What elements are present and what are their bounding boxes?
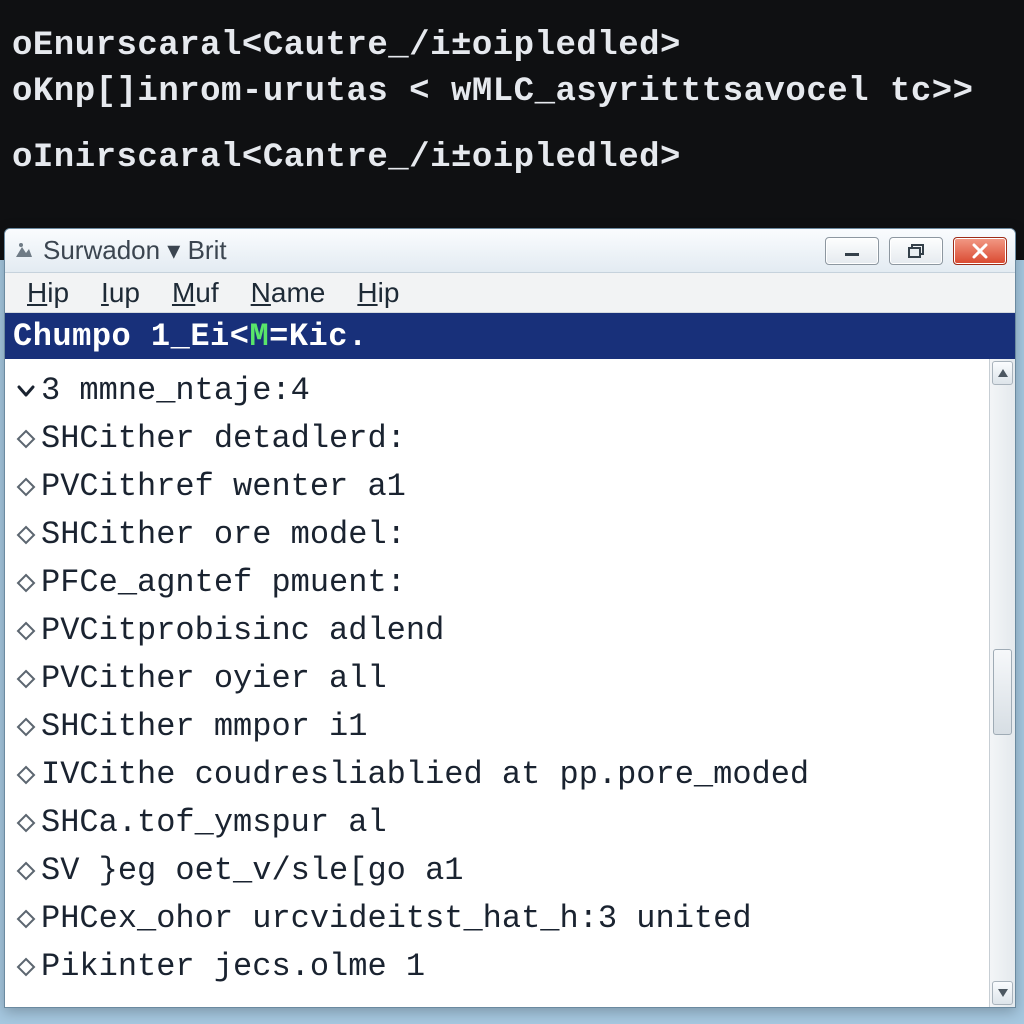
- terminal-output: oEnurscaral<Cautre_/i±oipledled> oKnp[]i…: [0, 0, 1024, 260]
- diamond-icon: [11, 573, 41, 593]
- close-button[interactable]: [953, 237, 1007, 265]
- list-item[interactable]: SV }eg oet_v/sle[go a1: [11, 847, 983, 895]
- list-item-text: PVCither oyier all: [41, 655, 387, 703]
- menu-name[interactable]: Name: [235, 273, 342, 312]
- menu-muf[interactable]: Muf: [156, 273, 235, 312]
- header-text-before: Chumpo 1_Ei<: [13, 318, 249, 355]
- selected-header[interactable]: Chumpo 1_Ei<M=Kic.: [5, 313, 1015, 359]
- diamond-icon: [11, 957, 41, 977]
- list-item-text: PVCithref wenter a1: [41, 463, 406, 511]
- list-item-text: SHCa.tof_ymspur al: [41, 799, 387, 847]
- terminal-line: oKnp[]inrom-urutas < wMLC_asyritttsavoce…: [12, 70, 1012, 116]
- menu-iup[interactable]: Iup: [85, 273, 156, 312]
- list-item[interactable]: PVCitprobisinc adlend: [11, 607, 983, 655]
- list-item-text: PVCitprobisinc adlend: [41, 607, 444, 655]
- diamond-icon: [11, 429, 41, 449]
- list-item[interactable]: SHCither mmpor i1: [11, 703, 983, 751]
- list-item[interactable]: PFCe_agntef pmuent:: [11, 559, 983, 607]
- diamond-icon: [11, 909, 41, 929]
- list-item-text: SHCither detadlerd:: [41, 415, 406, 463]
- scroll-up-button[interactable]: [992, 361, 1013, 385]
- terminal-line: oEnurscaral<Cautre_/i±oipledled>: [12, 24, 1012, 70]
- menu-hip-2[interactable]: Hip: [341, 273, 415, 312]
- list-item[interactable]: Pikinter jecs.olme 1: [11, 943, 983, 991]
- list-item-text: SHCither ore model:: [41, 511, 406, 559]
- list-item[interactable]: IVCithe coudresliablied at pp.pore_moded: [11, 751, 983, 799]
- scroll-thumb[interactable]: [993, 649, 1012, 735]
- vertical-scrollbar[interactable]: [989, 359, 1015, 1007]
- list-item[interactable]: PHCex_ohor urcvideitst_hat_h:3 united: [11, 895, 983, 943]
- diamond-icon: [11, 621, 41, 641]
- terminal-line: oInirscaral<Cantre_/i±oipledled>: [12, 136, 1012, 182]
- list-item-text: PFCe_agntef pmuent:: [41, 559, 406, 607]
- diamond-icon: [11, 861, 41, 881]
- list-item[interactable]: SHCa.tof_ymspur al: [11, 799, 983, 847]
- window-controls: [825, 237, 1007, 265]
- menubar: Hip Iup Muf Name Hip: [5, 273, 1015, 313]
- header-highlight: M: [249, 318, 269, 355]
- menu-hip[interactable]: Hip: [11, 273, 85, 312]
- app-window: Surwadon ▾ Brit Hip Iup Muf Name Hip: [4, 228, 1016, 1008]
- diamond-icon: [11, 477, 41, 497]
- scroll-down-button[interactable]: [992, 981, 1013, 1005]
- list-item-text: Pikinter jecs.olme 1: [41, 943, 425, 991]
- header-text-after: =Kic.: [269, 318, 368, 355]
- list-item-text: SV }eg oet_v/sle[go a1: [41, 847, 463, 895]
- minimize-button[interactable]: [825, 237, 879, 265]
- diamond-icon: [11, 717, 41, 737]
- list-item[interactable]: PVCithref wenter a1: [11, 463, 983, 511]
- list-item-text: IVCithe coudresliablied at pp.pore_moded: [41, 751, 809, 799]
- list-content[interactable]: 3 mmne_ntaje:4SHCither detadlerd:PVCithr…: [5, 359, 989, 1007]
- diamond-icon: [11, 525, 41, 545]
- list-item-text: 3 mmne_ntaje:4: [41, 367, 310, 415]
- list-item[interactable]: 3 mmne_ntaje:4: [11, 367, 983, 415]
- titlebar[interactable]: Surwadon ▾ Brit: [5, 229, 1015, 273]
- app-icon: [13, 240, 35, 262]
- list-item[interactable]: SHCither detadlerd:: [11, 415, 983, 463]
- diamond-icon: [11, 669, 41, 689]
- chevron-down-icon: [11, 380, 41, 402]
- content-area: 3 mmne_ntaje:4SHCither detadlerd:PVCithr…: [5, 359, 1015, 1007]
- list-item-text: PHCex_ohor urcvideitst_hat_h:3 united: [41, 895, 752, 943]
- window-title: Surwadon ▾ Brit: [43, 235, 227, 266]
- diamond-icon: [11, 813, 41, 833]
- maximize-button[interactable]: [889, 237, 943, 265]
- diamond-icon: [11, 765, 41, 785]
- list-item[interactable]: SHCither ore model:: [11, 511, 983, 559]
- list-item-text: SHCither mmpor i1: [41, 703, 367, 751]
- list-item[interactable]: PVCither oyier all: [11, 655, 983, 703]
